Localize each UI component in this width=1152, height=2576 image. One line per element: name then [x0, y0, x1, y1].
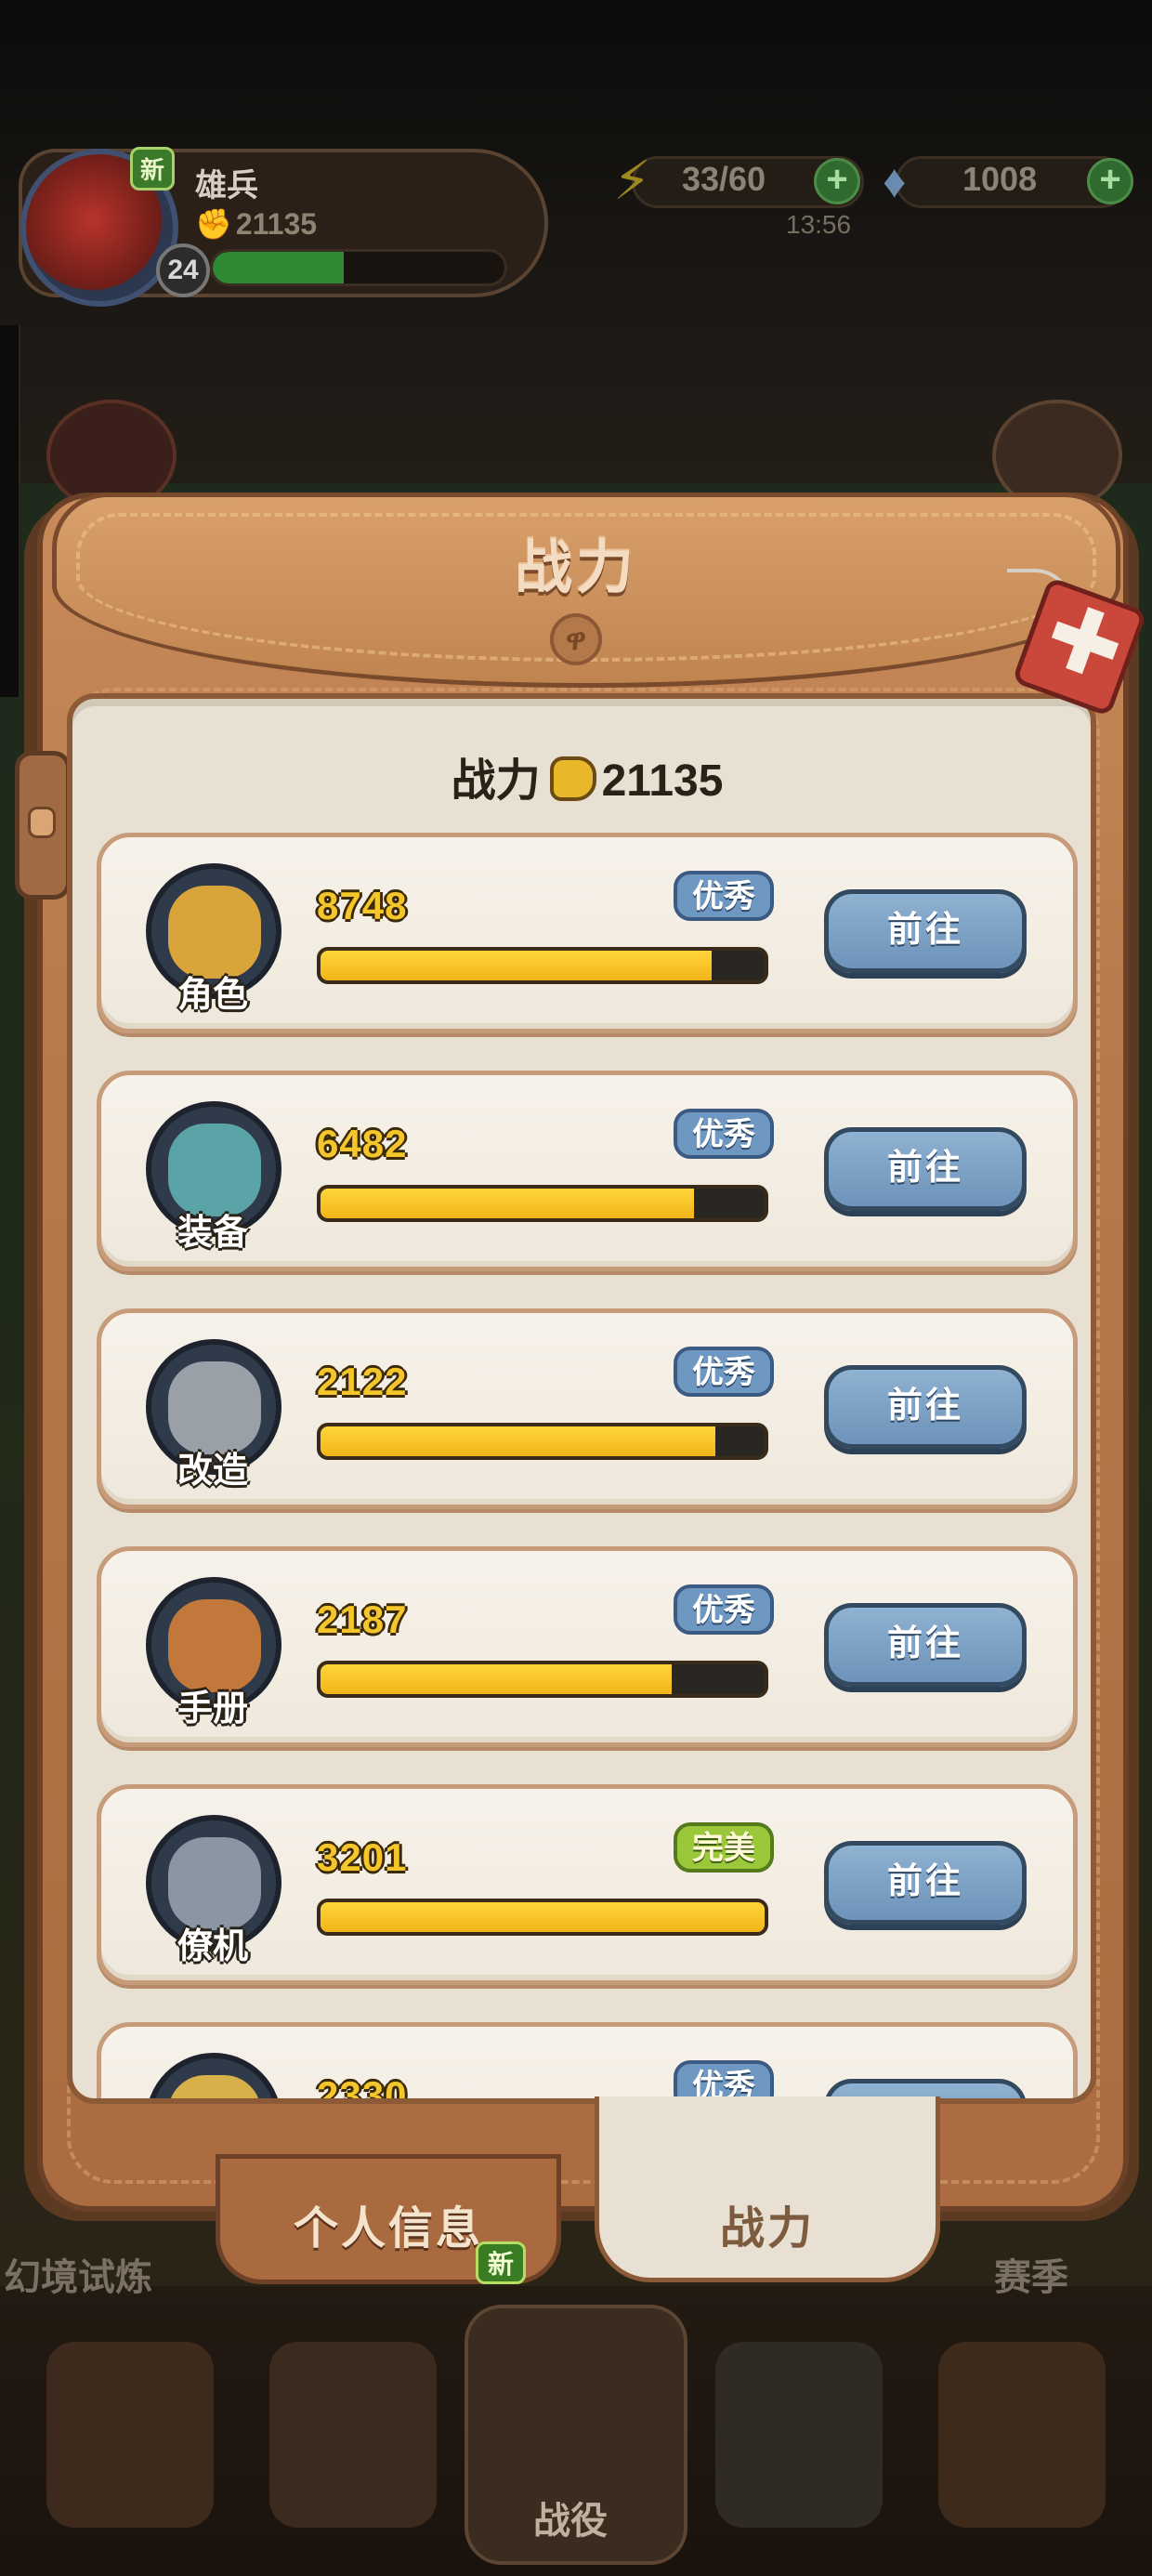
nav-equipment-icon[interactable] — [715, 2342, 883, 2528]
energy-bolt-icon: ⚡ — [613, 151, 651, 211]
goto-button[interactable]: 前往 — [824, 1127, 1027, 1211]
category-power-value: 8748 — [317, 884, 408, 927]
category-power-value: 2187 — [317, 1597, 408, 1641]
player-power: ✊ 21135 — [195, 206, 317, 242]
category-progress-bar — [317, 1185, 768, 1222]
category-power-value: 3201 — [317, 1835, 408, 1879]
category-power-value: 6482 — [317, 1122, 408, 1165]
power-category-card: 僚机 3201 完美 前往 — [97, 1784, 1078, 1985]
category-progress-fill — [321, 1189, 694, 1218]
side-edge — [0, 325, 20, 697]
nav-shop-icon[interactable] — [938, 2342, 1106, 2528]
add-gems-button[interactable]: + — [1087, 158, 1133, 204]
grade-badge: 完美 — [674, 1822, 774, 1873]
icon-core — [168, 1361, 261, 1454]
category-progress-fill — [321, 1426, 716, 1456]
category-name: 改造 — [177, 1452, 248, 1491]
nav-character-icon[interactable] — [269, 2342, 437, 2528]
category-progress-fill — [321, 951, 712, 980]
player-name: 雄兵 — [195, 168, 258, 204]
power-content-area[interactable]: 战力 21135 角色 8748 优秀 前往 装备 6482 优秀 前往 改造 2122 优秀 前往 手册… — [67, 693, 1096, 2104]
panel-title: 战力 — [514, 536, 637, 600]
category-progress-fill — [321, 1664, 672, 1694]
category-progress-bar — [317, 947, 768, 984]
power-category-card: 手册 2187 优秀 前往 — [97, 1546, 1078, 1747]
player-xp-fill — [213, 252, 345, 283]
category-name: 僚机 — [177, 1927, 248, 1966]
tab-power-label[interactable]: 战力 — [595, 2191, 940, 2256]
power-summary-label: 战力 — [451, 756, 541, 806]
nav-campaign-label: 战役 — [533, 2501, 608, 2542]
gems-value: 1008 — [962, 160, 1038, 198]
category-progress-fill — [321, 1902, 765, 1932]
goto-button[interactable]: 前往 — [824, 1841, 1027, 1925]
category-progress-bar — [317, 1661, 768, 1698]
power-category-card: 改造 2122 优秀 前往 — [97, 1308, 1078, 1509]
category-name: 手册 — [177, 1689, 248, 1728]
panel-strap-button — [28, 807, 56, 838]
avatar-new-badge: 新 — [130, 147, 176, 191]
power-category-card: 2330优秀前往 — [97, 2022, 1078, 2104]
power-summary-value: 21135 — [601, 756, 724, 806]
category-name: 装备 — [177, 1214, 248, 1253]
emblem-icon: ዋ — [550, 613, 602, 665]
goto-button[interactable]: 前往 — [824, 889, 1027, 973]
category-power-value: 2122 — [317, 1360, 408, 1403]
fist-icon: ✊ — [195, 207, 232, 241]
player-power-value: 21135 — [235, 207, 318, 241]
trial-label[interactable]: 幻境试炼 — [4, 2247, 152, 2301]
category-name: 角色 — [177, 976, 248, 1015]
icon-core — [168, 1837, 261, 1930]
category-progress-bar — [317, 1423, 768, 1460]
icon-core — [168, 1124, 261, 1216]
energy-value: 33/60 — [682, 160, 766, 198]
power-category-card: 角色 8748 优秀 前往 — [97, 833, 1078, 1033]
goto-button[interactable]: 前往 — [824, 1365, 1027, 1449]
power-category-card: 装备 6482 优秀 前往 — [97, 1071, 1078, 1271]
player-level-badge: 24 — [156, 243, 210, 297]
fist-icon — [549, 756, 596, 801]
goto-button[interactable]: 前往 — [824, 1603, 1027, 1687]
tab-profile-new-badge: 新 — [476, 2241, 527, 2284]
icon-core — [168, 2075, 261, 2098]
power-summary: 战力 21135 — [72, 743, 1091, 808]
sixth-category-icon — [146, 2053, 281, 2098]
icon-core — [168, 886, 261, 979]
category-progress-bar — [317, 1899, 768, 1936]
icon-core — [168, 1599, 261, 1692]
player-xp-bar — [210, 249, 507, 286]
season-label[interactable]: 赛季 — [994, 2247, 1068, 2301]
grade-badge: 优秀 — [674, 1584, 774, 1635]
nav-chest-icon[interactable] — [46, 2342, 214, 2528]
add-energy-button[interactable]: + — [814, 158, 860, 204]
category-power-value: 2330 — [317, 2073, 408, 2104]
grade-badge: 优秀 — [674, 871, 774, 921]
grade-badge: 优秀 — [674, 1109, 774, 1159]
grade-badge: 优秀 — [674, 1347, 774, 1397]
gem-icon: ♦ — [883, 155, 907, 207]
energy-timer: 13:56 — [786, 210, 852, 239]
